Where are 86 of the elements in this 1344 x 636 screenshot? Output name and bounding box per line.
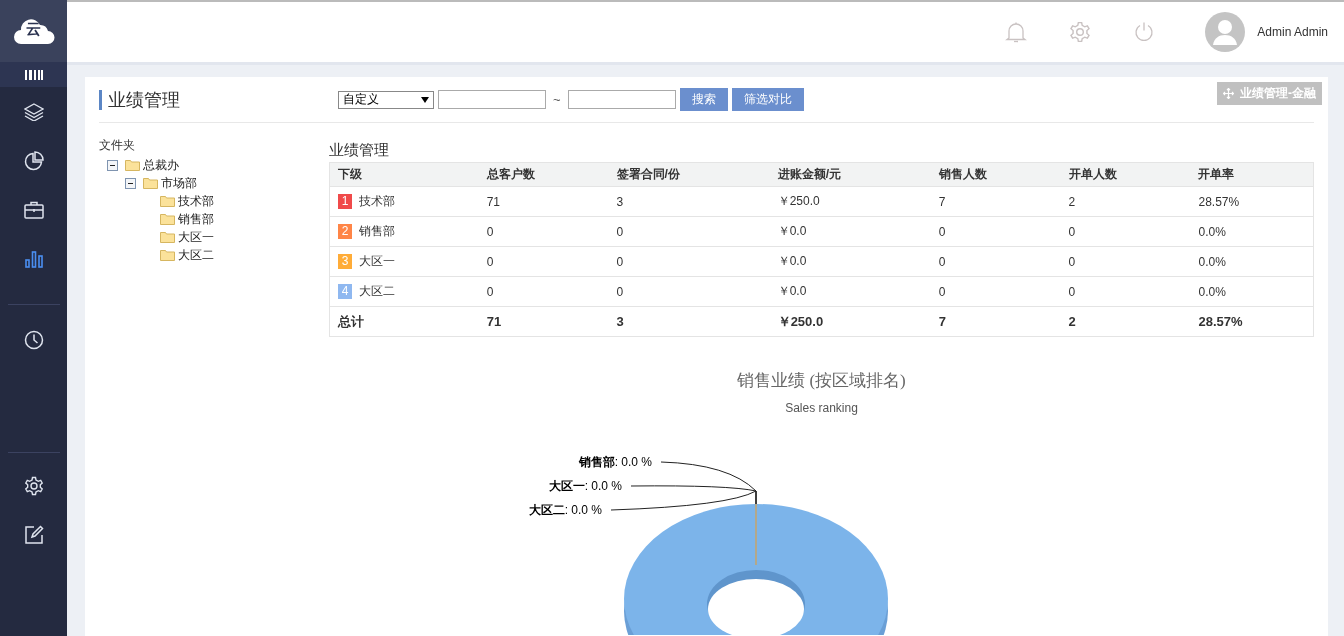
table-cell: 71 (478, 186, 609, 217)
table-cell: 0 (608, 216, 770, 247)
date-separator: ~ (553, 92, 561, 107)
rank-badge: 4 (338, 284, 352, 299)
briefcase-icon (23, 200, 44, 219)
table-cell: 2 (1060, 186, 1191, 217)
folder-icon (160, 231, 175, 243)
table-cell: 28.57% (1190, 186, 1314, 217)
total-cell: 71 (478, 306, 609, 337)
total-cell: ￥250.0 (769, 306, 931, 337)
start-date-field[interactable] (438, 90, 546, 109)
bar-chart-icon (24, 249, 43, 268)
slice-label: 销售部: 0.0 % (578, 454, 652, 471)
table-cell: 0 (930, 216, 1061, 247)
logo-text: 云 (26, 20, 41, 37)
table-cell: 0 (478, 216, 609, 247)
table-cell: 0 (608, 276, 770, 307)
settings-icon (23, 475, 44, 496)
cloud-icon (12, 16, 55, 46)
tree-label: 文件夹 (99, 137, 136, 154)
column-header: 进账金额/元 (769, 162, 931, 187)
table-cell: 3 (608, 186, 770, 217)
nav-item[interactable] (0, 62, 67, 87)
chart-subtitle: Sales ranking (784, 401, 859, 415)
pie-chart-icon (23, 150, 44, 171)
table-title: 业绩管理 (329, 140, 390, 160)
column-header: 总客户数 (478, 162, 609, 187)
table-cell: 0 (930, 246, 1061, 277)
tree-node[interactable]: 市场部 (161, 174, 197, 192)
table-cell: ￥0.0 (769, 246, 931, 277)
table-cell: ￥0.0 (769, 216, 931, 247)
table-cell: 0 (1060, 246, 1191, 277)
slice-label: 大区一: 0.0 % (548, 478, 622, 495)
edit-icon (23, 524, 44, 545)
total-cell: 总计 (329, 306, 479, 337)
table-cell: 0 (1060, 276, 1191, 307)
tree-node[interactable]: 技术部 (178, 192, 214, 210)
total-cell: 3 (608, 306, 770, 337)
column-header: 开单率 (1190, 162, 1314, 187)
collapse-toggle[interactable] (107, 159, 118, 171)
user-name[interactable]: Admin Admin (1257, 25, 1328, 39)
column-header: 销售人数 (930, 162, 1061, 187)
total-cell: 2 (1060, 306, 1191, 337)
total-cell: 7 (930, 306, 1061, 337)
table-cell: 0.0% (1190, 276, 1314, 307)
layers-icon (23, 102, 44, 121)
table-cell: 0 (930, 276, 1061, 307)
tree-node[interactable]: 总裁办 (143, 156, 179, 174)
column-header: 下级 (329, 162, 479, 187)
department-name: 技术部 (359, 194, 395, 208)
folder-icon (160, 213, 175, 225)
barcode-icon (24, 69, 43, 80)
column-header: 签署合同/份 (608, 162, 770, 187)
tree-node[interactable]: 大区二 (178, 246, 214, 264)
folder-icon (160, 195, 175, 207)
rank-badge: 2 (338, 224, 352, 239)
table-cell: 0 (478, 246, 609, 277)
dropdown-caret-icon (421, 96, 429, 103)
chart-title: 销售业绩 (按区域排名) (736, 370, 907, 392)
total-cell: 28.57% (1190, 306, 1314, 337)
department-name: 大区一 (359, 254, 395, 268)
folder-icon (143, 177, 158, 189)
clock-icon (23, 329, 44, 350)
table-cell: 0.0% (1190, 246, 1314, 277)
table-cell: ￥250.0 (769, 186, 931, 217)
rank-badge: 1 (338, 194, 352, 209)
department-name: 销售部 (359, 224, 395, 238)
period-select[interactable]: 自定义 (338, 90, 434, 109)
table-cell: 0.0% (1190, 216, 1314, 247)
folder-icon (125, 159, 140, 171)
end-date-field[interactable] (567, 90, 676, 109)
department-name: 大区二 (359, 284, 395, 298)
tree-node[interactable]: 销售部 (178, 210, 214, 228)
table-cell: 0 (608, 246, 770, 277)
page-title: 业绩管理 (99, 89, 338, 110)
slice-label: 大区二: 0.0 % (528, 502, 602, 519)
table-cell: 0 (478, 276, 609, 307)
collapse-toggle[interactable] (125, 177, 136, 189)
move-icon (1223, 88, 1234, 99)
column-header: 开单人数 (1060, 162, 1191, 187)
table-cell: 7 (930, 186, 1061, 217)
rank-badge: 3 (338, 254, 352, 269)
tree-node[interactable]: 大区一 (178, 228, 214, 246)
folder-icon (160, 249, 175, 261)
table-cell: ￥0.0 (769, 276, 931, 307)
table-cell: 0 (1060, 216, 1191, 247)
